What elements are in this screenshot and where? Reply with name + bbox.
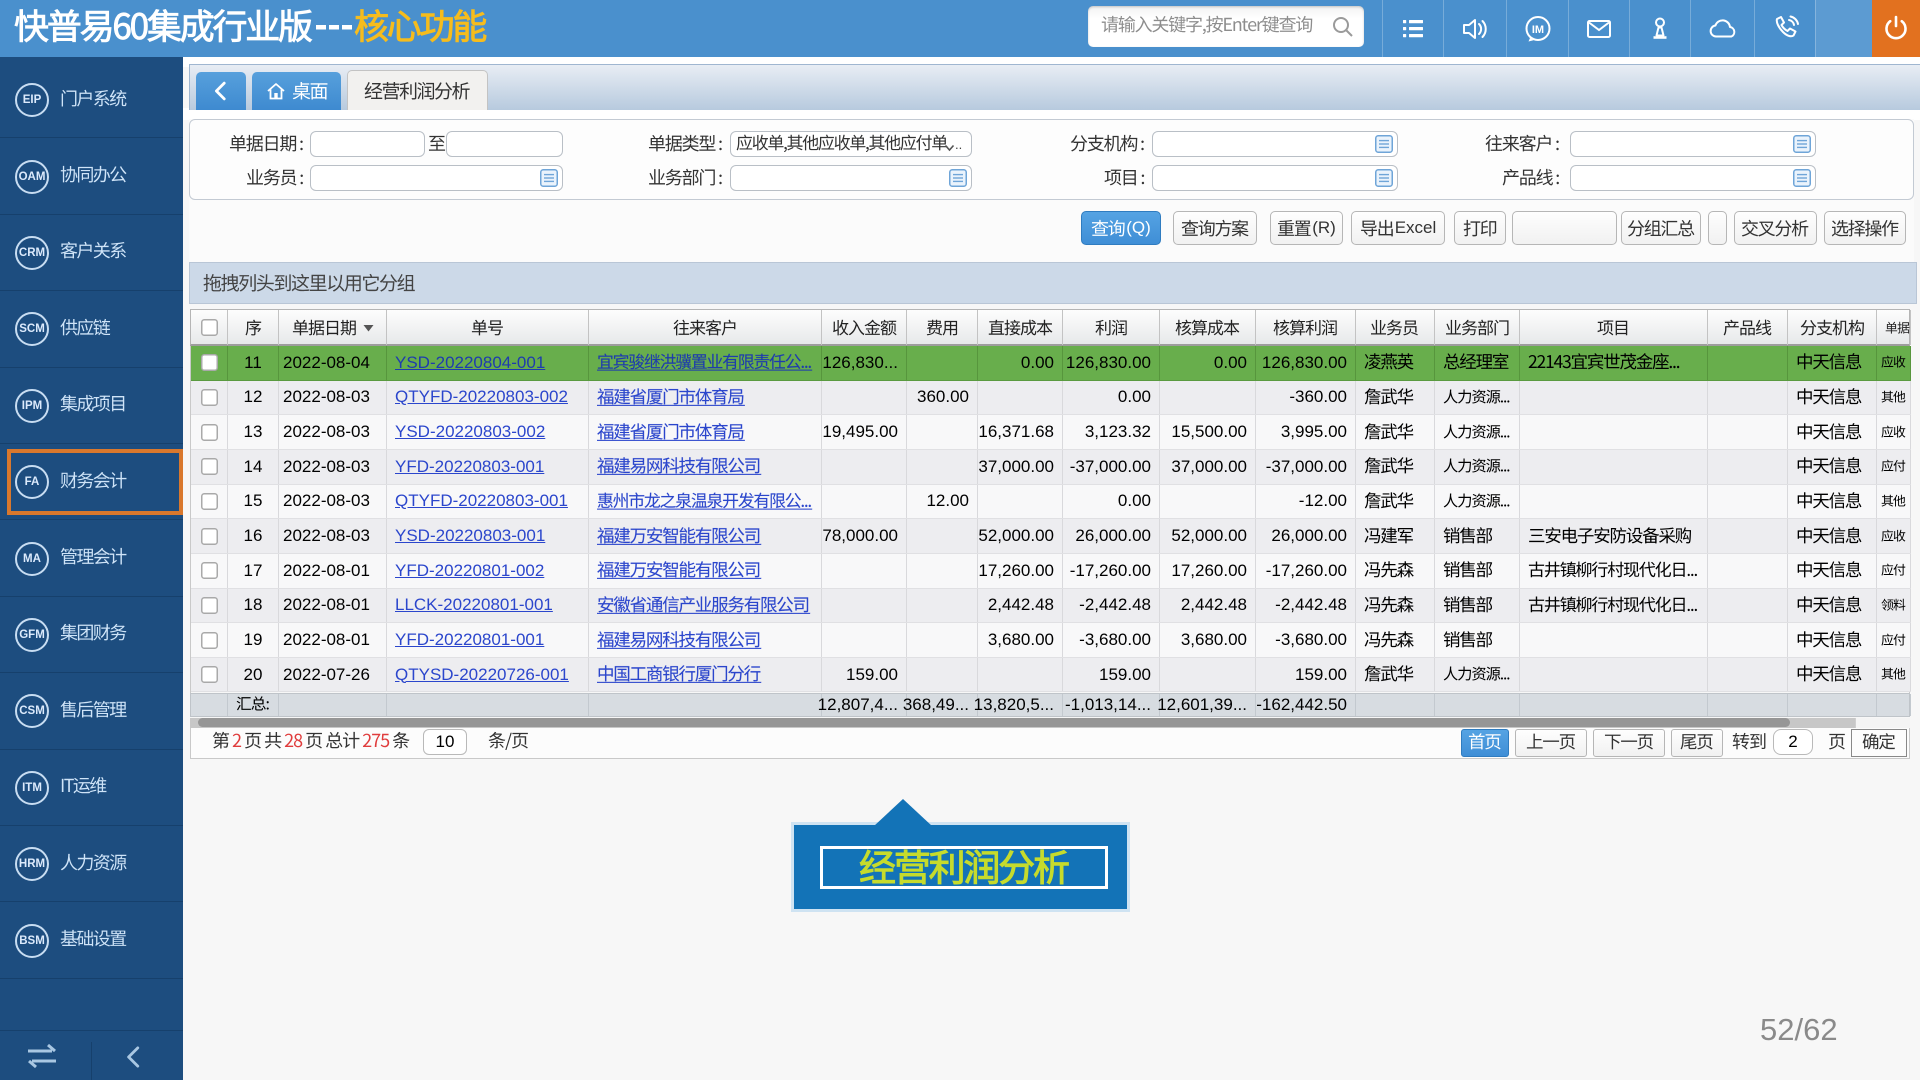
svg-text:IM: IM [1531,24,1543,36]
